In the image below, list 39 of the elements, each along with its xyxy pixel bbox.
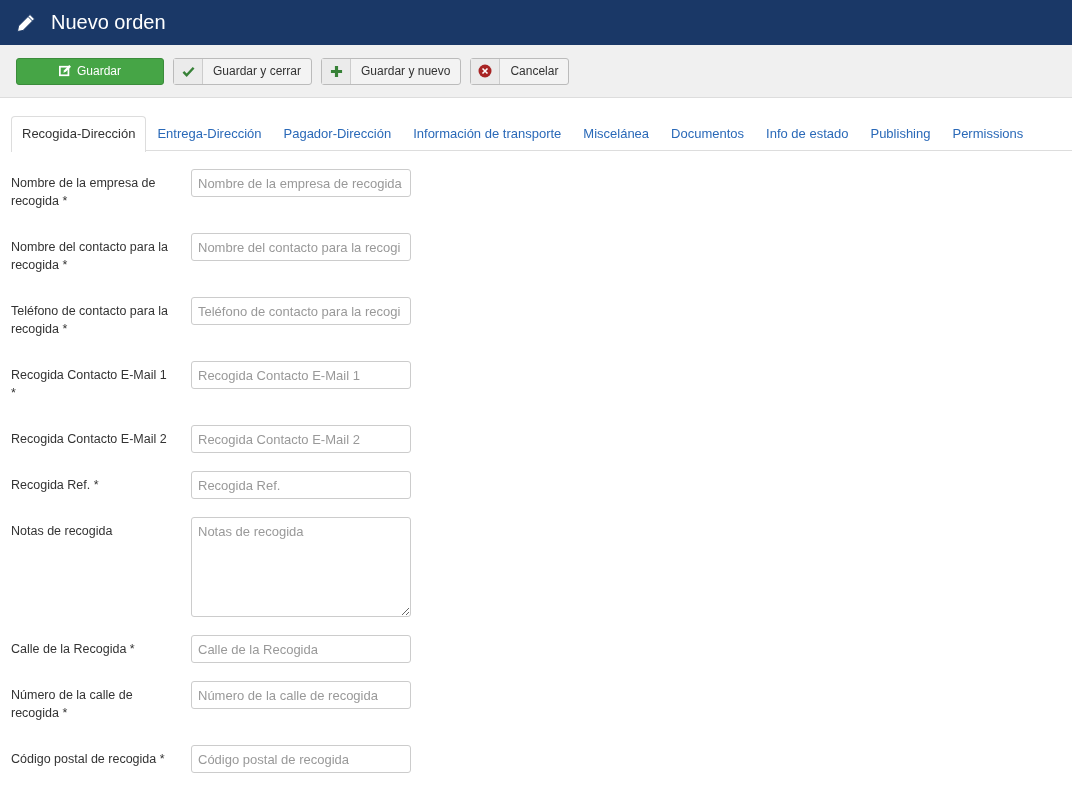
tab[interactable]: Recogida-Dirección xyxy=(11,116,147,152)
input-field[interactable]: Recogida Contacto E-Mail 1 xyxy=(191,361,411,389)
field-label: Nombre del contacto para la recogida * xyxy=(11,239,170,274)
close-icon xyxy=(478,64,493,78)
field-label: Recogida Contacto E-Mail 1 * xyxy=(11,367,168,402)
field-label: Notas de recogida xyxy=(11,523,114,540)
toolbar-button[interactable]: Guardar y nuevo xyxy=(321,57,462,85)
tab[interactable]: Documentos xyxy=(660,116,756,150)
plus-icon xyxy=(329,64,343,78)
edit-icon xyxy=(59,65,71,77)
field-label: Calle de la Recogida * xyxy=(11,641,136,658)
input-field[interactable]: Calle de la Recogida xyxy=(191,635,411,663)
field-label: Teléfono de contacto para la recogida * xyxy=(11,303,170,338)
field-label: Nombre de la empresa de recogida * xyxy=(11,175,157,210)
input-field[interactable]: Nombre de la empresa de recogida xyxy=(191,169,411,197)
tab[interactable]: Entrega-Dirección xyxy=(146,116,273,150)
field-label: Recogida Ref. * xyxy=(11,477,100,494)
input-field[interactable]: Número de la calle de recogida xyxy=(191,681,411,709)
tab[interactable]: Información de transporte xyxy=(402,116,573,150)
tab[interactable]: Permissions xyxy=(941,116,1035,150)
input-field[interactable]: Teléfono de contacto para la recogi xyxy=(191,297,411,325)
tab[interactable]: Miscelánea xyxy=(572,116,661,150)
page-title: Nuevo orden xyxy=(51,11,166,34)
input-field[interactable]: Nombre del contacto para la recogi xyxy=(191,233,411,261)
toolbar-button[interactable]: Guardar y cerrar xyxy=(173,57,313,85)
field-label: Número de la calle de recogida * xyxy=(11,687,134,722)
pencil-icon xyxy=(16,12,36,33)
tab[interactable]: Info de estado xyxy=(755,116,860,150)
tab[interactable]: Publishing xyxy=(859,116,942,150)
field-label: Recogida Contacto E-Mail 2 xyxy=(11,431,168,448)
input-field[interactable]: Código postal de recogida xyxy=(191,745,411,773)
check-icon xyxy=(181,64,195,78)
input-field[interactable]: Recogida Contacto E-Mail 2 xyxy=(191,425,411,453)
tab[interactable]: Pagador-Dirección xyxy=(272,116,403,150)
field-label: Código postal de recogida * xyxy=(11,751,166,768)
input-field[interactable]: Recogida Ref. xyxy=(191,471,411,499)
text-area[interactable]: Notas de recogida xyxy=(191,517,411,617)
toolbar-button[interactable]: Cancelar xyxy=(470,57,570,85)
save-button[interactable]: Guardar xyxy=(16,57,164,85)
